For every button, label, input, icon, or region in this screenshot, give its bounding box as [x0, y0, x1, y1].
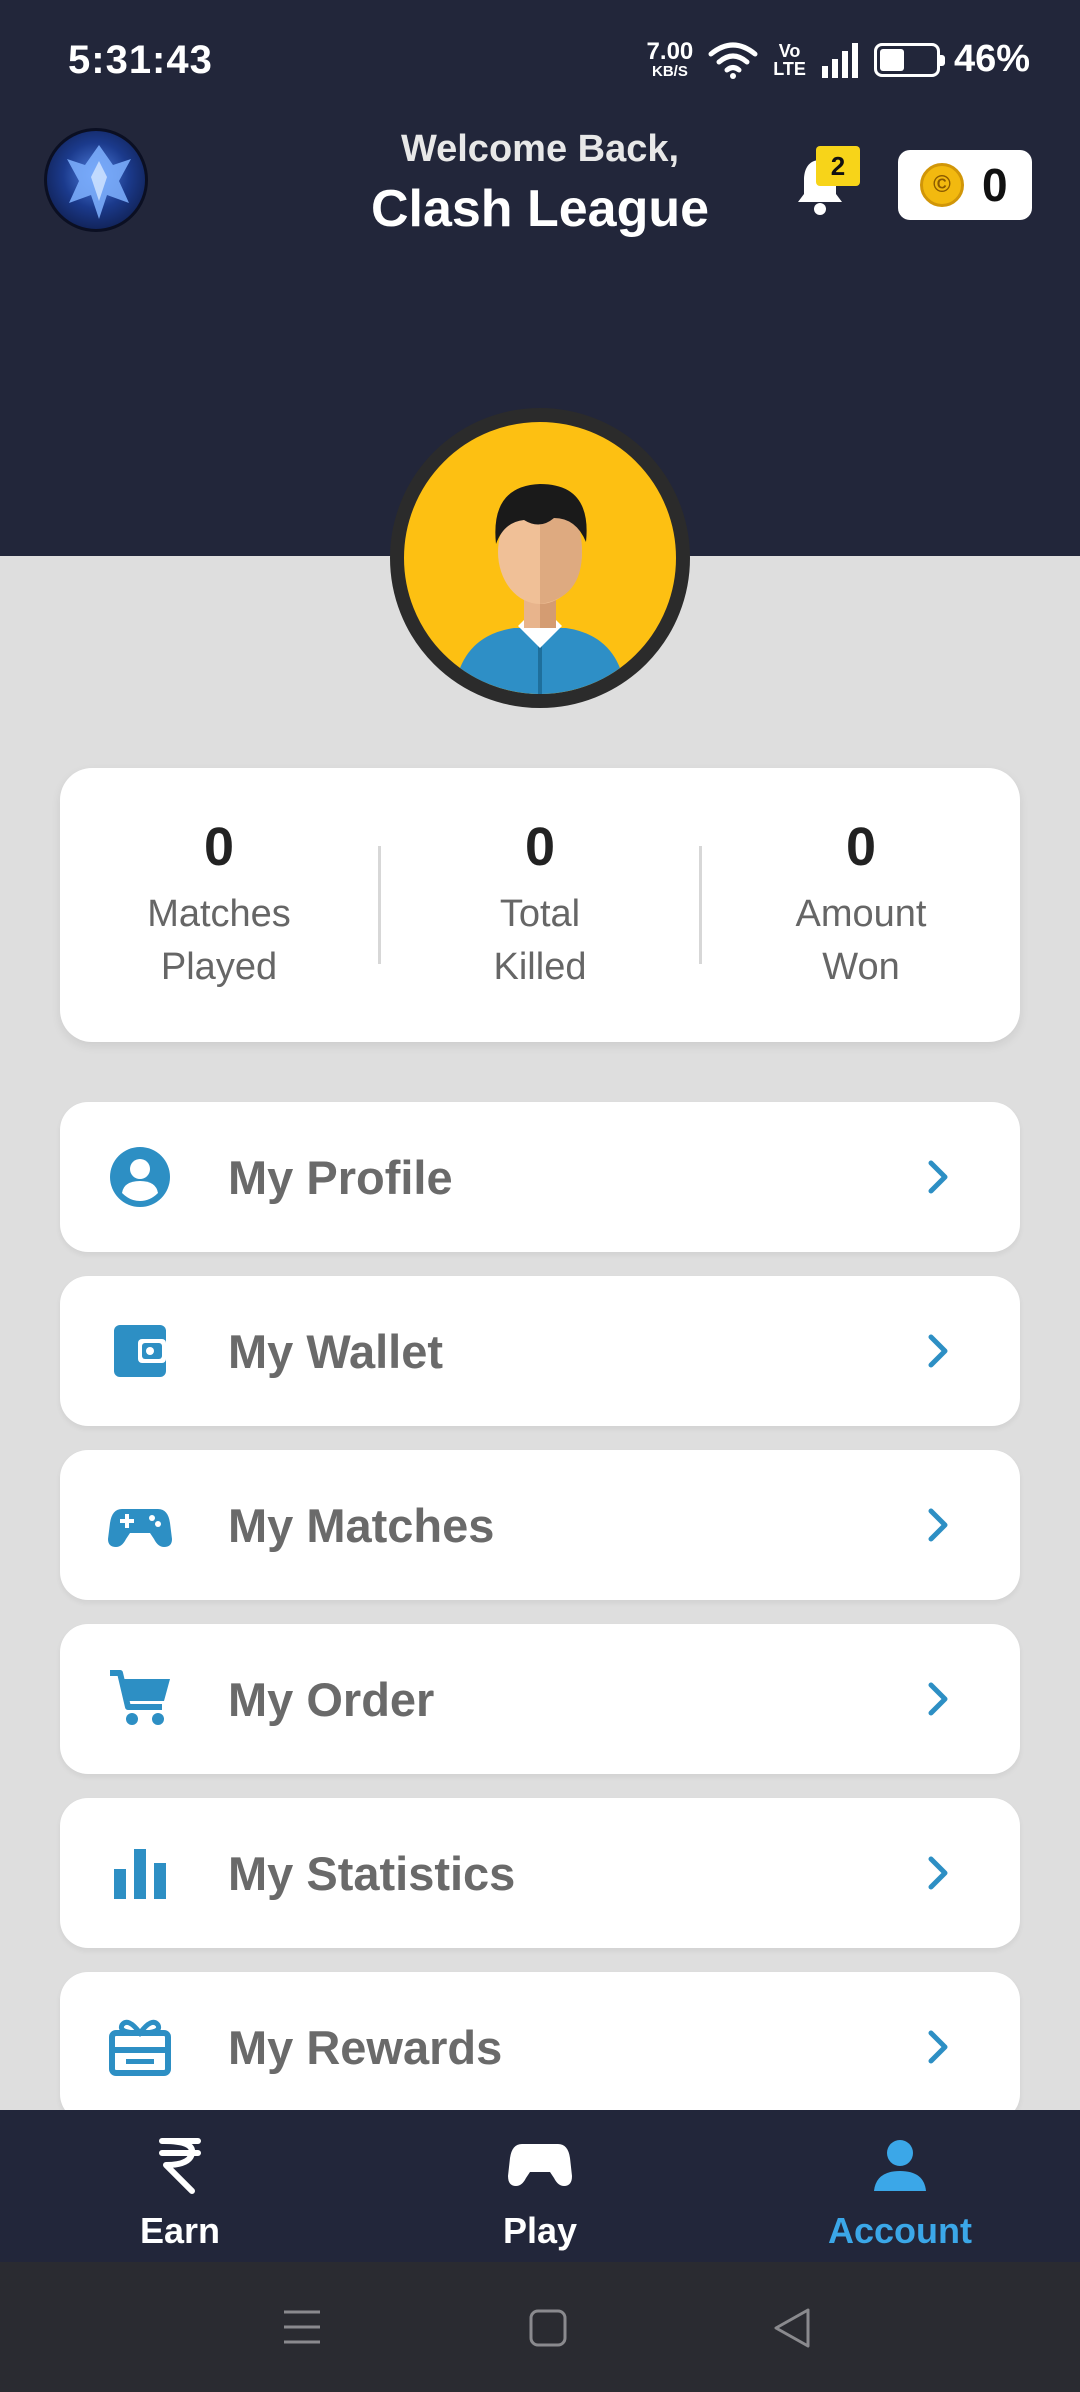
menu-label: My Wallet — [228, 1324, 444, 1378]
menu-label: My Statistics — [228, 1846, 516, 1900]
menu-item-my-matches[interactable]: My Matches — [60, 1450, 1020, 1600]
bottom-navigation: Earn Play Account — [0, 2110, 1080, 2262]
network-speed-unit: KB/S — [651, 63, 688, 80]
battery-percent: 46% — [953, 38, 1030, 80]
recents-menu-icon[interactable] — [282, 2308, 322, 2346]
nav-label: Account — [828, 2210, 972, 2251]
back-triangle-icon[interactable] — [772, 2306, 812, 2350]
avatar-illustration — [454, 484, 626, 694]
chevron-right-icon — [928, 1508, 948, 1542]
stat-value: 0 — [524, 816, 556, 877]
menu-label: My Order — [228, 1672, 435, 1726]
welcome-text: Welcome Back, — [400, 128, 680, 170]
volte-bottom: LTE — [773, 58, 806, 79]
welcome-block: Welcome Back, Clash League — [300, 128, 780, 239]
menu-label: My Matches — [228, 1498, 495, 1552]
home-square-icon[interactable] — [528, 2308, 568, 2348]
menu-item-my-profile[interactable]: My Profile — [60, 1102, 1020, 1252]
chevron-right-icon — [928, 2030, 948, 2064]
notification-badge: 2 — [816, 146, 860, 186]
coin-balance-value: 0 — [982, 159, 1008, 211]
chevron-right-icon — [928, 1856, 948, 1890]
chevron-right-icon — [928, 1334, 948, 1368]
chevron-right-icon — [928, 1160, 948, 1194]
user-icon — [770, 2130, 1030, 2200]
stat-amount-won: 0 Amount Won — [702, 816, 1020, 994]
gift-icon — [109, 2019, 171, 2076]
app-logo[interactable] — [44, 128, 148, 232]
stat-label: Matches Played — [147, 892, 291, 988]
wallet-icon — [114, 1325, 166, 1377]
stat-value: 0 — [203, 816, 235, 877]
chevron-right-icon — [928, 1682, 948, 1716]
stat-label: Amount Won — [795, 892, 927, 988]
network-speed-value: 7.00 — [646, 38, 694, 65]
battery-icon — [873, 42, 945, 77]
nav-account[interactable]: Account — [770, 2130, 1030, 2252]
signal-icon — [821, 42, 858, 78]
stat-value: 0 — [845, 816, 877, 877]
user-avatar[interactable] — [390, 408, 690, 708]
nav-earn[interactable]: Earn — [50, 2130, 310, 2252]
bar-chart-icon — [114, 1849, 166, 1899]
stat-label: Total Killed — [493, 892, 587, 988]
stats-card: 0 Matches Played 0 Total Killed 0 Amount… — [60, 768, 1020, 1042]
profile-icon — [110, 1147, 170, 1207]
status-time: 5:31:43 — [68, 38, 213, 82]
gamepad-icon — [410, 2130, 670, 2200]
gamepad-icon — [108, 1509, 172, 1547]
coin-icon: © — [920, 163, 964, 207]
coin-balance[interactable]: © 0 — [898, 150, 1032, 220]
volte-top: Vo — [778, 40, 801, 61]
volte-indicator: Vo LTE — [773, 42, 806, 78]
menu-label: My Profile — [228, 1150, 453, 1204]
stat-total-killed: 0 Total Killed — [381, 816, 699, 994]
menu-item-my-wallet[interactable]: My Wallet — [60, 1276, 1020, 1426]
wifi-icon — [708, 42, 758, 79]
menu-label: My Rewards — [228, 2020, 503, 2074]
nav-label: Play — [502, 2210, 578, 2251]
cart-icon — [110, 1670, 170, 1725]
status-icons: 7.00 KB/S Vo LTE 46% — [647, 38, 1030, 81]
menu-item-my-rewards[interactable]: My Rewards — [60, 1972, 1020, 2122]
system-navigation-bar — [0, 2262, 1080, 2392]
network-speed: 7.00 KB/S — [646, 38, 694, 80]
app-name: Clash League — [370, 180, 710, 238]
nav-label: Earn — [139, 2210, 221, 2251]
rupee-icon — [50, 2130, 310, 2200]
status-bar: 5:31:43 7.00 KB/S Vo LTE 46% — [0, 0, 1080, 120]
menu-item-my-statistics[interactable]: My Statistics — [60, 1798, 1020, 1948]
menu-item-my-order[interactable]: My Order — [60, 1624, 1020, 1774]
nav-play[interactable]: Play — [410, 2130, 670, 2252]
stat-matches-played: 0 Matches Played — [60, 816, 378, 994]
